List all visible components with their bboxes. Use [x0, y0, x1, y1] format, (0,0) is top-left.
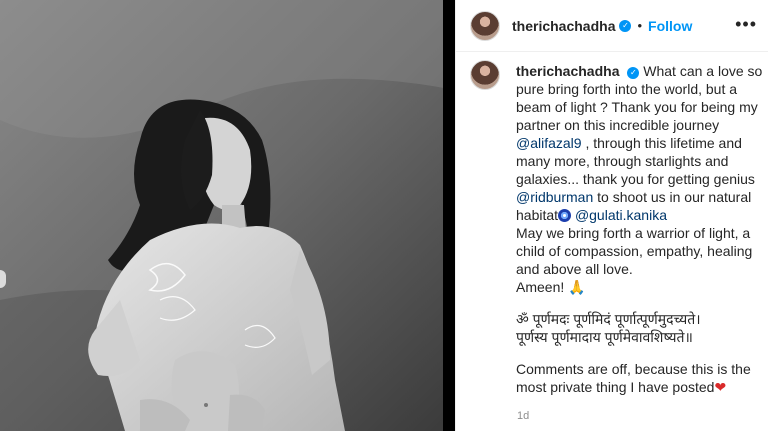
post-side-panel: therichachadha ✓ • Follow ••• therichach…: [455, 0, 768, 431]
more-options-icon[interactable]: •••: [735, 14, 757, 35]
caption-text: therichachadha ✓ What can a love so pure…: [516, 62, 766, 396]
heart-icon: ❤: [714, 379, 727, 395]
username[interactable]: therichachadha: [512, 18, 615, 34]
follow-button[interactable]: Follow: [648, 18, 692, 34]
separator-dot: •: [637, 18, 643, 33]
verified-badge-icon: ✓: [619, 19, 632, 32]
photo-of-person-icon: [0, 0, 455, 431]
post-header: therichachadha ✓ • Follow •••: [456, 0, 768, 52]
mention-gulati-kanika[interactable]: @gulati.kanika: [575, 207, 667, 223]
mention-ridburman[interactable]: @ridburman: [516, 189, 593, 205]
evil-eye-icon: [558, 209, 572, 222]
post-image[interactable]: [0, 0, 455, 431]
post-timestamp[interactable]: 1d: [517, 410, 529, 422]
caption-line-4: May we bring forth a warrior of light, a…: [516, 225, 753, 277]
mention-alifazal9[interactable]: @alifazal9: [516, 135, 582, 151]
image-edge: [443, 0, 455, 431]
caption-avatar[interactable]: [470, 60, 500, 90]
caption-line-5: Ameen! 🙏: [516, 279, 586, 295]
avatar[interactable]: [470, 10, 500, 41]
sanskrit-line-2: पूर्णस्य पूर्णमादाय पूर्णमेवावशिष्यते॥: [516, 329, 693, 345]
caption-verified-badge-icon: ✓: [627, 67, 640, 79]
caption-username[interactable]: therichachadha: [516, 63, 619, 79]
sanskrit-line-1: ॐ पूर्णमदः पूर्णमिदं पूर्णात्पूर्णमुदच्य…: [516, 311, 701, 327]
